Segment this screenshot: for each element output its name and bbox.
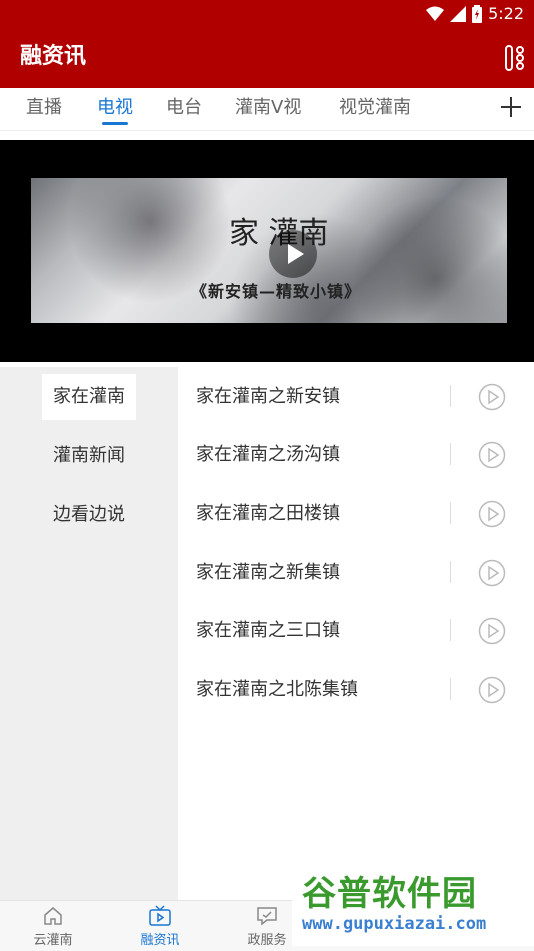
play-icon[interactable]: [269, 230, 317, 278]
watermark: 谷普软件园 www.gupuxiazai.com: [292, 862, 534, 946]
play-circle-icon[interactable]: [478, 383, 506, 411]
play-circle-icon[interactable]: [478, 441, 506, 469]
wifi-icon: [426, 6, 445, 21]
status-icons: 5:22: [426, 4, 524, 24]
status-time: 5:22: [488, 4, 524, 23]
chat-icon: [257, 907, 277, 926]
menu-icon[interactable]: [504, 42, 528, 74]
watermark-url: www.gupuxiazai.com: [302, 914, 487, 934]
play-circle-icon[interactable]: [478, 500, 506, 528]
list-item[interactable]: 家在灌南之新安镇: [178, 367, 534, 425]
status-bar: 5:22: [0, 0, 534, 28]
nav-label: 云灌南: [33, 933, 73, 948]
category-watch-and-talk[interactable]: 边看边说: [42, 492, 136, 538]
list-item-title: 家在灌南之新安镇: [196, 386, 340, 407]
nav-label: 政服务: [247, 933, 287, 948]
tab-guannan-v[interactable]: 灌南V视: [235, 96, 301, 120]
tab-active-indicator: [102, 122, 128, 125]
play-circle-icon[interactable]: [478, 676, 506, 704]
divider: [450, 385, 451, 407]
list-item-title: 家在灌南之汤沟镇: [196, 444, 340, 465]
list-item-title: 家在灌南之新集镇: [196, 562, 340, 583]
nav-cloud-guannan[interactable]: 云灌南: [18, 905, 88, 948]
list-item-title: 家在灌南之三口镇: [196, 620, 340, 641]
channel-tabs: 直播 电视 电台 灌南V视 视觉灌南: [0, 88, 534, 131]
signal-icon: [450, 6, 467, 22]
play-circle-icon[interactable]: [478, 617, 506, 645]
tab-tv[interactable]: 电视: [97, 96, 133, 120]
app-bar: 融资讯: [0, 28, 534, 88]
watermark-title: 谷普软件园: [302, 874, 477, 914]
divider: [450, 502, 451, 524]
category-sidebar: 家在灌南 灌南新闻 边看边说: [0, 367, 178, 900]
list-item[interactable]: 家在灌南之北陈集镇: [178, 660, 534, 718]
list-item[interactable]: 家在灌南之田楼镇: [178, 484, 534, 542]
divider: [450, 443, 451, 465]
page-title: 融资讯: [20, 44, 87, 69]
tab-live[interactable]: 直播: [26, 96, 62, 120]
list-item[interactable]: 家在灌南之汤沟镇: [178, 425, 534, 483]
list-item-title: 家在灌南之北陈集镇: [196, 679, 358, 700]
nav-label: 融资讯: [140, 933, 180, 948]
divider: [450, 619, 451, 641]
home-icon: [44, 907, 62, 925]
tab-radio[interactable]: 电台: [166, 96, 202, 120]
tv-icon: [149, 905, 171, 926]
divider: [450, 678, 451, 700]
battery-icon: [472, 5, 483, 23]
tab-visual-guannan[interactable]: 视觉灌南: [339, 96, 411, 120]
category-home-in-guannan[interactable]: 家在灌南: [42, 374, 136, 420]
list-item-title: 家在灌南之田楼镇: [196, 503, 340, 524]
divider: [450, 561, 451, 583]
play-circle-icon[interactable]: [478, 559, 506, 587]
program-list: 家在灌南之新安镇 家在灌南之汤沟镇 家在灌南之田楼镇 家在灌南之新集镇 家在灌南…: [178, 367, 534, 900]
plus-icon[interactable]: [498, 94, 524, 120]
video-thumbnail: 家 灌南 《新安镇—精致小镇》: [31, 178, 507, 323]
list-item[interactable]: 家在灌南之三口镇: [178, 601, 534, 659]
video-caption: 《新安镇—精致小镇》: [191, 282, 362, 301]
list-item[interactable]: 家在灌南之新集镇: [178, 543, 534, 601]
video-player[interactable]: 家 灌南 《新安镇—精致小镇》: [0, 140, 534, 362]
category-guannan-news[interactable]: 灌南新闻: [42, 433, 136, 479]
nav-news[interactable]: 融资讯: [125, 905, 195, 948]
